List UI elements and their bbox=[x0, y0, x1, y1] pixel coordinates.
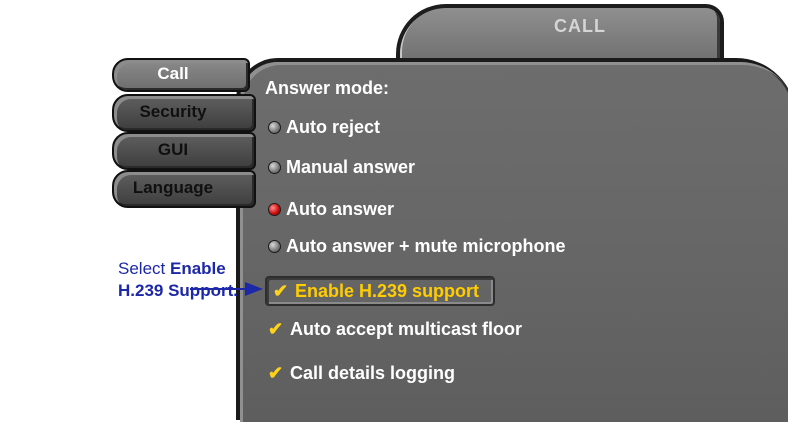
radio-auto-answer-mute[interactable]: Auto answer + mute microphone bbox=[268, 233, 566, 259]
tab-call-label: Call bbox=[157, 64, 189, 83]
radio-icon bbox=[268, 120, 281, 134]
radio-auto-reject[interactable]: Auto reject bbox=[268, 114, 380, 140]
check-icon: ✔ bbox=[268, 362, 284, 383]
callout-arrow-line bbox=[190, 288, 246, 290]
checkbox-label: Call details logging bbox=[290, 362, 456, 383]
radio-icon bbox=[268, 239, 281, 253]
tab-call[interactable]: Call bbox=[112, 58, 250, 92]
callout-prefix: Select bbox=[118, 259, 170, 278]
tab-gui-label: GUI bbox=[157, 140, 189, 159]
tab-gui[interactable]: GUI bbox=[112, 132, 256, 170]
checkbox-label: Auto accept multicast floor bbox=[290, 318, 523, 339]
radio-label: Auto reject bbox=[286, 116, 381, 137]
checkbox-label: Enable H.239 support bbox=[295, 280, 480, 301]
tab-language[interactable]: Language bbox=[112, 170, 256, 208]
window-title: CALL bbox=[554, 16, 606, 36]
tab-language-label: Language bbox=[132, 178, 214, 197]
radio-selected-icon bbox=[268, 202, 281, 216]
radio-label: Auto answer bbox=[286, 198, 395, 219]
radio-icon bbox=[268, 160, 281, 174]
answer-mode-heading: Answer mode: bbox=[265, 78, 390, 98]
radio-auto-answer[interactable]: Auto answer bbox=[268, 196, 394, 222]
check-icon: ✔ bbox=[268, 318, 284, 339]
callout-bold-1: Enable bbox=[169, 259, 226, 278]
checkbox-enable-h239[interactable]: ✔ Enable H.239 support bbox=[265, 276, 496, 306]
radio-label: Auto answer + mute microphone bbox=[286, 235, 566, 256]
radio-label: Manual answer bbox=[286, 156, 416, 177]
checkbox-auto-accept-multicast[interactable]: ✔ Auto accept multicast floor bbox=[268, 316, 522, 342]
radio-manual-answer[interactable]: Manual answer bbox=[268, 154, 415, 180]
callout-arrow-icon bbox=[245, 282, 263, 296]
check-icon: ✔ bbox=[273, 280, 289, 301]
checkbox-call-details-logging[interactable]: ✔ Call details logging bbox=[268, 360, 455, 386]
tab-security-label: Security bbox=[139, 102, 207, 121]
tab-security[interactable]: Security bbox=[112, 94, 256, 132]
callout-bold-2: H.239 Support. bbox=[118, 281, 238, 300]
